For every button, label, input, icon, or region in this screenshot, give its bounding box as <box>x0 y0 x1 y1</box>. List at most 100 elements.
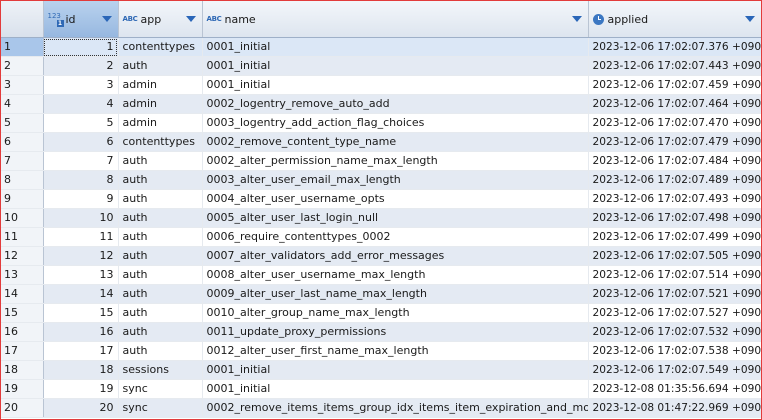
row-number-cell[interactable]: 6 <box>1 132 44 152</box>
row-number-cell[interactable]: 10 <box>1 208 44 228</box>
app-cell[interactable]: auth <box>118 227 203 247</box>
row-number-cell[interactable]: 1 <box>1 37 44 57</box>
name-cell[interactable]: 0011_update_proxy_permissions <box>202 322 589 342</box>
table-row[interactable]: 7 7 auth 0002_alter_permission_name_max_len… <box>1 151 761 171</box>
table-row[interactable]: 13 13 auth 0008_alter_user_username_max_len… <box>1 265 761 285</box>
table-row[interactable]: 10 10 auth 0005_alter_user_last_login_null 2… <box>1 208 761 228</box>
applied-cell[interactable]: 2023-12-06 17:02:07.493 +0900 <box>588 189 761 209</box>
table-row[interactable]: 1 1 contenttypes 0001_initial 2023-12-06 17:… <box>1 37 761 57</box>
table-row[interactable]: 4 4 admin 0002_logentry_remove_auto_add 2023… <box>1 94 761 114</box>
row-number-header[interactable] <box>1 1 44 38</box>
applied-cell[interactable]: 2023-12-06 17:02:07.514 +0900 <box>588 265 761 285</box>
id-cell[interactable]: 7 <box>43 151 119 171</box>
table-row[interactable]: 9 9 auth 0004_alter_user_username_opts 2023-… <box>1 189 761 209</box>
name-cell[interactable]: 0001_initial <box>202 56 589 76</box>
applied-cell[interactable]: 2023-12-06 17:02:07.505 +0900 <box>588 246 761 266</box>
dropdown-arrow-icon[interactable] <box>571 16 582 22</box>
table-row[interactable]: 8 8 auth 0003_alter_user_email_max_length 20… <box>1 170 761 190</box>
applied-cell[interactable]: 2023-12-06 17:02:07.459 +0900 <box>588 75 761 95</box>
app-cell[interactable]: auth <box>118 208 203 228</box>
app-cell[interactable]: auth <box>118 151 203 171</box>
dropdown-arrow-icon[interactable] <box>744 16 755 22</box>
name-cell[interactable]: 0010_alter_group_name_max_length <box>202 303 589 323</box>
name-cell[interactable]: 0003_alter_user_email_max_length <box>202 170 589 190</box>
name-cell[interactable]: 0004_alter_user_username_opts <box>202 189 589 209</box>
applied-cell[interactable]: 2023-12-06 17:02:07.549 +0900 <box>588 360 761 380</box>
app-cell[interactable]: contenttypes <box>118 37 203 57</box>
applied-cell[interactable]: 2023-12-06 17:02:07.532 +0900 <box>588 322 761 342</box>
row-number-cell[interactable]: 19 <box>1 379 44 399</box>
name-cell[interactable]: 0006_require_contenttypes_0002 <box>202 227 589 247</box>
id-cell[interactable]: 12 <box>43 246 119 266</box>
id-cell[interactable]: 15 <box>43 303 119 323</box>
column-header-app[interactable]: ABC app <box>118 1 203 38</box>
table-row[interactable]: 20 20 sync 0002_remove_items_items_group_id… <box>1 398 761 418</box>
name-cell[interactable]: 0001_initial <box>202 75 589 95</box>
app-cell[interactable]: admin <box>118 94 203 114</box>
name-cell[interactable]: 0001_initial <box>202 360 589 380</box>
applied-cell[interactable]: 2023-12-06 17:02:07.484 +0900 <box>588 151 761 171</box>
column-header-name[interactable]: ABC name <box>202 1 589 38</box>
name-cell[interactable]: 0002_logentry_remove_auto_add <box>202 94 589 114</box>
name-cell[interactable]: 0008_alter_user_username_max_length <box>202 265 589 285</box>
id-cell[interactable]: 18 <box>43 360 119 380</box>
app-cell[interactable]: auth <box>118 284 203 304</box>
app-cell[interactable]: auth <box>118 303 203 323</box>
applied-cell[interactable]: 2023-12-06 17:02:07.521 +0900 <box>588 284 761 304</box>
app-cell[interactable]: auth <box>118 56 203 76</box>
table-row[interactable]: 14 14 auth 0009_alter_user_last_name_max_le… <box>1 284 761 304</box>
id-cell[interactable]: 1 <box>43 37 119 57</box>
table-row[interactable]: 11 11 auth 0006_require_contenttypes_0002 20… <box>1 227 761 247</box>
row-number-cell[interactable]: 11 <box>1 227 44 247</box>
id-cell[interactable]: 17 <box>43 341 119 361</box>
id-cell[interactable]: 5 <box>43 113 119 133</box>
id-cell[interactable]: 11 <box>43 227 119 247</box>
app-cell[interactable]: auth <box>118 189 203 209</box>
dropdown-arrow-icon[interactable] <box>101 16 112 22</box>
applied-cell[interactable]: 2023-12-06 17:02:07.470 +0900 <box>588 113 761 133</box>
id-cell[interactable]: 6 <box>43 132 119 152</box>
applied-cell[interactable]: 2023-12-06 17:02:07.443 +0900 <box>588 56 761 76</box>
id-cell[interactable]: 9 <box>43 189 119 209</box>
app-cell[interactable]: auth <box>118 341 203 361</box>
table-row[interactable]: 2 2 auth 0001_initial 2023-12-06 17:02:07.44… <box>1 56 761 76</box>
row-number-cell[interactable]: 17 <box>1 341 44 361</box>
table-row[interactable]: 19 19 sync 0001_initial 2023-12-08 01:35:56.… <box>1 379 761 399</box>
dropdown-arrow-icon[interactable] <box>185 16 196 22</box>
name-cell[interactable]: 0009_alter_user_last_name_max_length <box>202 284 589 304</box>
app-cell[interactable]: sessions <box>118 360 203 380</box>
applied-cell[interactable]: 2023-12-06 17:02:07.489 +0900 <box>588 170 761 190</box>
table-row[interactable]: 18 18 sessions 0001_initial 2023-12-06 17:02… <box>1 360 761 380</box>
id-cell[interactable]: 16 <box>43 322 119 342</box>
app-cell[interactable]: auth <box>118 170 203 190</box>
row-number-cell[interactable]: 8 <box>1 170 44 190</box>
row-number-cell[interactable]: 13 <box>1 265 44 285</box>
row-number-cell[interactable]: 4 <box>1 94 44 114</box>
name-cell[interactable]: 0012_alter_user_first_name_max_length <box>202 341 589 361</box>
row-number-cell[interactable]: 20 <box>1 398 44 418</box>
row-number-cell[interactable]: 2 <box>1 56 44 76</box>
app-cell[interactable]: admin <box>118 113 203 133</box>
name-cell[interactable]: 0001_initial <box>202 379 589 399</box>
applied-cell[interactable]: 2023-12-06 17:02:07.498 +0900 <box>588 208 761 228</box>
id-cell[interactable]: 8 <box>43 170 119 190</box>
table-row[interactable]: 6 6 contenttypes 0002_remove_content_type_n… <box>1 132 761 152</box>
row-number-cell[interactable]: 9 <box>1 189 44 209</box>
row-number-cell[interactable]: 14 <box>1 284 44 304</box>
applied-cell[interactable]: 2023-12-08 01:35:56.694 +0900 <box>588 379 761 399</box>
table-row[interactable]: 12 12 auth 0007_alter_validators_add_error_… <box>1 246 761 266</box>
row-number-cell[interactable]: 7 <box>1 151 44 171</box>
name-cell[interactable]: 0007_alter_validators_add_error_messages <box>202 246 589 266</box>
app-cell[interactable]: sync <box>118 379 203 399</box>
app-cell[interactable]: sync <box>118 398 203 418</box>
id-cell[interactable]: 10 <box>43 208 119 228</box>
applied-cell[interactable]: 2023-12-06 17:02:07.464 +0900 <box>588 94 761 114</box>
applied-cell[interactable]: 2023-12-08 01:47:22.969 +0900 <box>588 398 761 418</box>
row-number-cell[interactable]: 12 <box>1 246 44 266</box>
table-row[interactable]: 17 17 auth 0012_alter_user_first_name_max_l… <box>1 341 761 361</box>
id-cell[interactable]: 14 <box>43 284 119 304</box>
applied-cell[interactable]: 2023-12-06 17:02:07.479 +0900 <box>588 132 761 152</box>
name-cell[interactable]: 0002_remove_content_type_name <box>202 132 589 152</box>
name-cell[interactable]: 0002_alter_permission_name_max_length <box>202 151 589 171</box>
table-row[interactable]: 5 5 admin 0003_logentry_add_action_flag_cho… <box>1 113 761 133</box>
